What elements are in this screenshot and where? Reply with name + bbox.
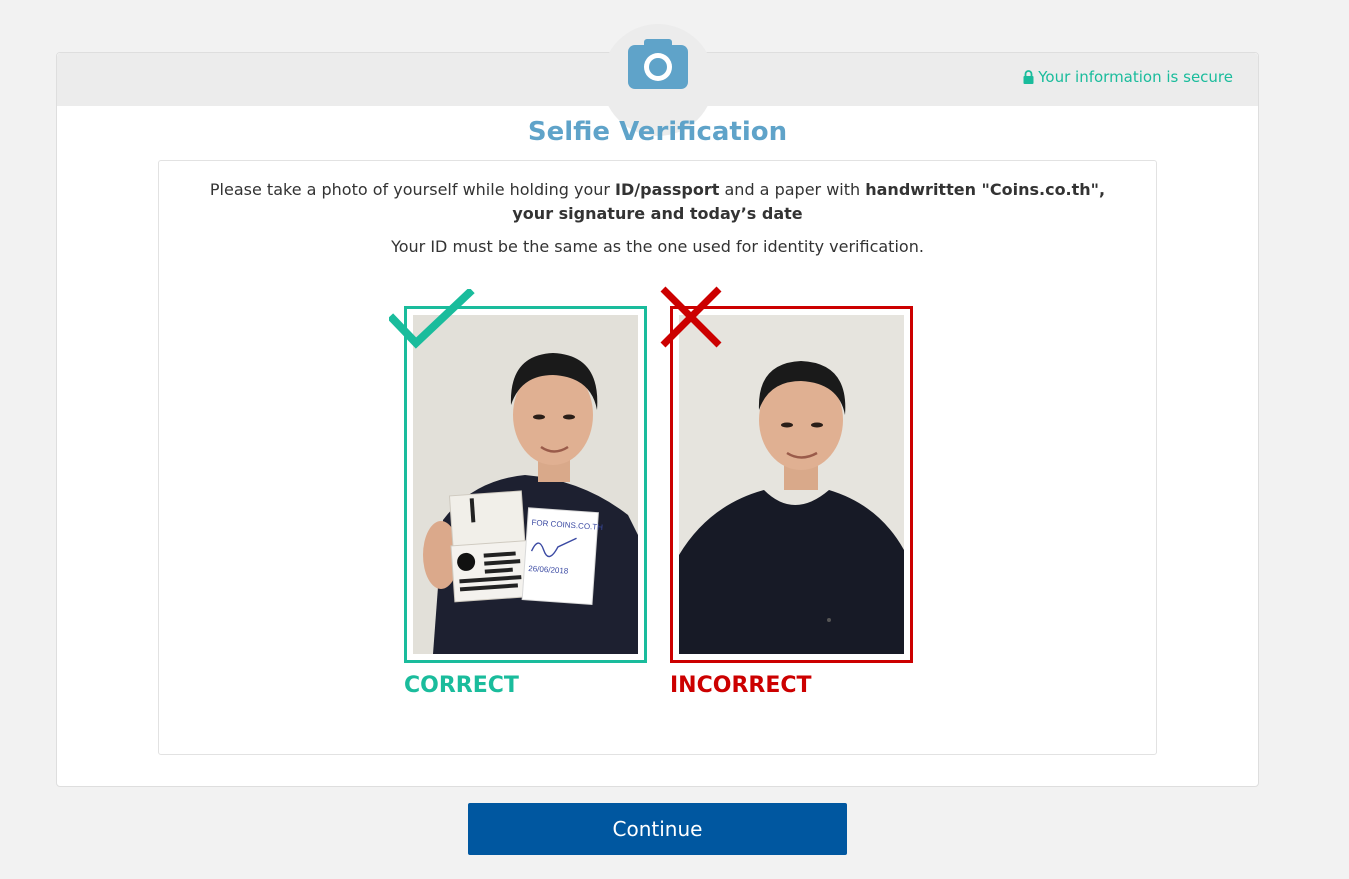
verification-card: Your information is secure Selfie Verifi… — [56, 24, 1259, 787]
secure-notice: Your information is secure — [1023, 68, 1233, 86]
instr-part1: Please take a photo of yourself while ho… — [209, 180, 616, 199]
checkmark-icon — [389, 289, 475, 349]
secure-text: Your information is secure — [1038, 68, 1233, 86]
correct-example-frame: FOR COINS.CO.TH 26/06/2018 — [404, 306, 647, 663]
lock-icon — [1023, 70, 1034, 84]
camera-icon — [628, 39, 688, 89]
cross-icon — [660, 286, 722, 348]
continue-button[interactable]: Continue — [468, 803, 847, 855]
instr-part2: and a paper with — [719, 180, 866, 199]
incorrect-example-photo — [679, 315, 904, 654]
incorrect-person-illustration — [679, 315, 904, 654]
correct-example-photo: FOR COINS.CO.TH 26/06/2018 — [413, 315, 638, 654]
instructions-panel: Please take a photo of yourself while ho… — [158, 160, 1157, 755]
correct-person-illustration: FOR COINS.CO.TH 26/06/2018 — [413, 315, 638, 654]
correct-label: CORRECT — [404, 673, 519, 698]
page-title: Selfie Verification — [527, 117, 788, 147]
incorrect-example-frame — [670, 306, 913, 663]
instr-bold1: ID/passport — [615, 180, 720, 199]
incorrect-label: INCORRECT — [670, 673, 812, 698]
instructions-text: Please take a photo of yourself while ho… — [199, 178, 1116, 226]
id-note: Your ID must be the same as the one used… — [391, 237, 924, 256]
